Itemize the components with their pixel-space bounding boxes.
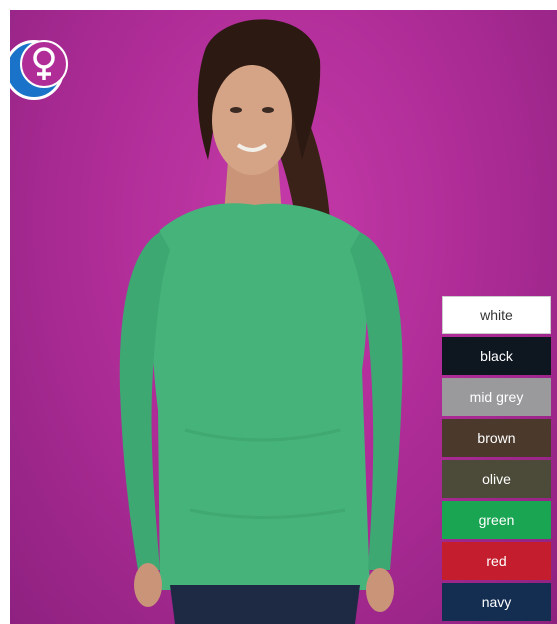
swatch-label: mid grey [469,389,524,405]
color-swatch-red[interactable]: red [442,542,551,580]
color-swatch-list: white black mid grey brown olive green r… [442,296,551,624]
swatch-label: brown [477,430,516,446]
color-swatch-olive[interactable]: olive [442,460,551,498]
swatch-label: olive [482,471,511,487]
swatch-label: black [480,348,513,364]
color-swatch-brown[interactable]: brown [442,419,551,457]
swatch-label: green [478,512,515,528]
color-swatch-green[interactable]: green [442,501,551,539]
color-swatch-white[interactable]: white [442,296,551,334]
color-swatch-mid-grey[interactable]: mid grey [442,378,551,416]
swatch-label: navy [481,594,512,610]
swatch-label: white [480,307,513,323]
color-swatch-black[interactable]: black [442,337,551,375]
swatch-label: red [486,553,507,569]
female-symbol-icon [20,40,68,88]
color-swatch-navy[interactable]: navy [442,583,551,621]
